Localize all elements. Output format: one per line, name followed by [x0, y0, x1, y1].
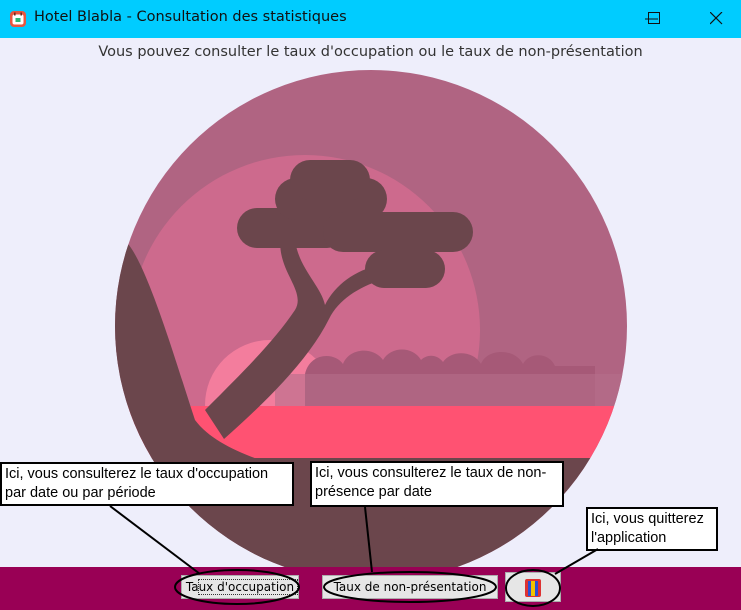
focus-indicator: [198, 579, 298, 595]
non-presentation-callout: Ici, vous consulterez le taux de non- pr…: [310, 461, 564, 507]
non-presentation-callout-line-2: présence par date: [315, 484, 432, 500]
exit-door-icon: [525, 579, 541, 597]
hotel-app-icon: [10, 11, 26, 27]
non-presentation-rate-button[interactable]: Taux de non-présentation: [322, 575, 498, 599]
close-icon: [710, 12, 723, 25]
page-subtitle: Vous pouvez consulter le taux d'occupati…: [98, 44, 643, 60]
quit-callout-line-2: l'application: [591, 530, 667, 546]
occupation-callout-line-1: Ici, vous consulterez le taux d'occupati…: [5, 466, 269, 482]
maximize-button[interactable]: [630, 0, 680, 38]
quit-callout: Ici, vous quitterez l'application: [586, 507, 718, 551]
window-title: Hotel Blabla - Consultation des statisti…: [34, 9, 347, 25]
non-presentation-rate-label: Taux de non-présentation: [333, 580, 487, 594]
quit-callout-line-1: Ici, vous quitterez: [591, 511, 704, 527]
occupation-callout-line-2: par date ou par période: [5, 485, 156, 501]
quit-button[interactable]: [505, 572, 561, 602]
maximize-icon: [648, 12, 660, 24]
close-button[interactable]: [693, 0, 741, 38]
non-presentation-callout-line-1: Ici, vous consulterez le taux de non-: [315, 465, 547, 481]
occupation-callout: Ici, vous consulterez le taux d'occupati…: [0, 462, 294, 506]
occupation-rate-button[interactable]: Taux d'occupation: [181, 575, 299, 599]
bottom-toolbar: Taux d'occupation Taux de non-présentati…: [0, 567, 741, 610]
title-bar: Hotel Blabla - Consultation des statisti…: [0, 0, 741, 38]
